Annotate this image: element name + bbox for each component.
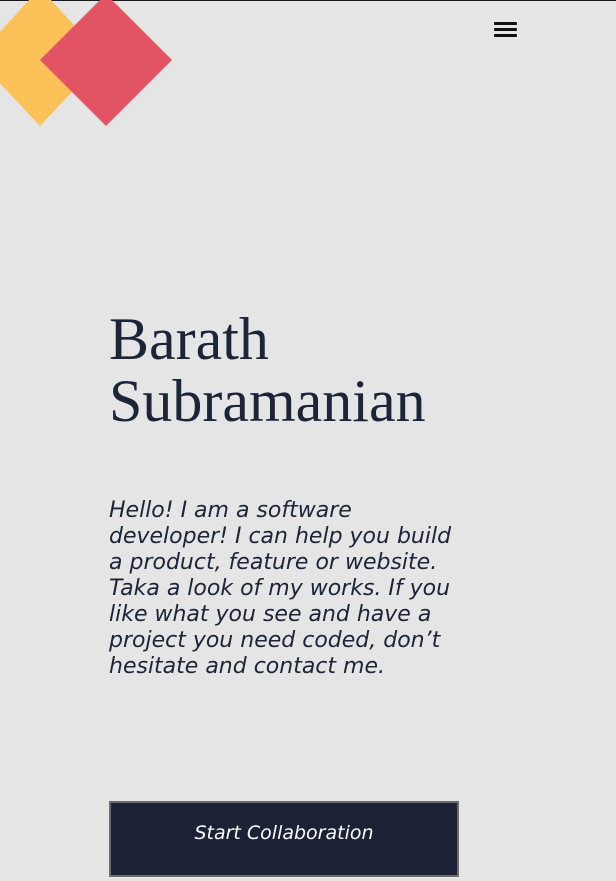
intro-text: Hello! I am a software developer! I can … (109, 498, 452, 679)
name-first: Barath (109, 306, 269, 372)
name-last: Subramanian (109, 368, 426, 434)
start-collaboration-button[interactable]: Start Collaboration (109, 801, 459, 877)
page-title: Barath Subramanian (109, 308, 426, 432)
menu-line (494, 34, 517, 37)
menu-line (494, 22, 517, 25)
diamond-logo (0, 0, 172, 126)
hamburger-menu-icon[interactable] (488, 16, 522, 42)
menu-line (494, 28, 517, 31)
